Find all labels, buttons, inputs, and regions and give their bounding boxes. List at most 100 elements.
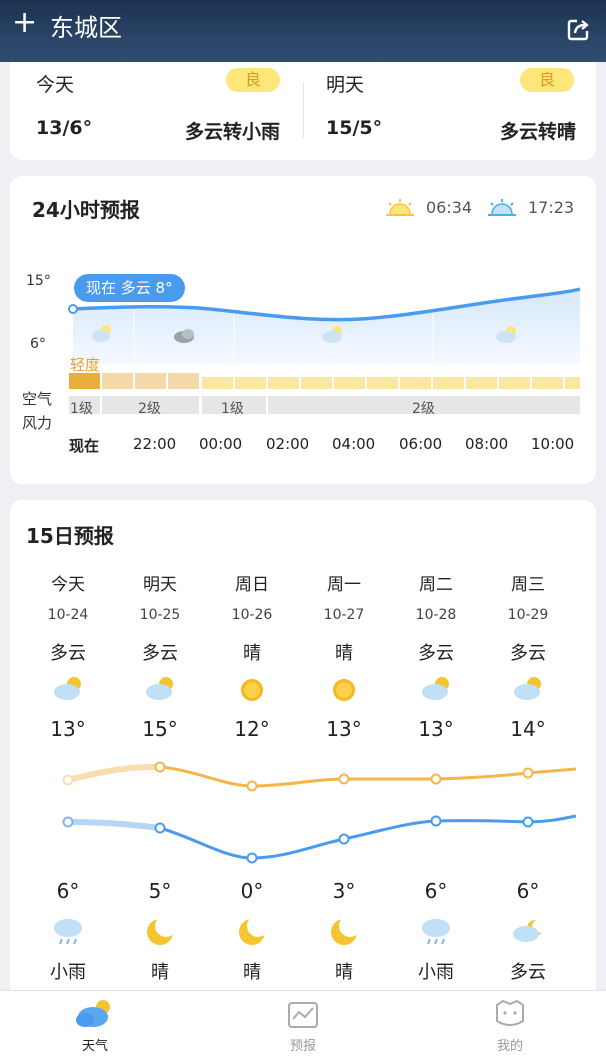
forecast-day[interactable]: 明天 10-25 多云 — [114, 570, 206, 665]
forecast-day[interactable]: 周二 10-28 多云 — [390, 570, 482, 665]
time-tick: 04:00 — [332, 435, 376, 453]
high-temp: 12° — [234, 717, 270, 741]
air-label: 空气 — [22, 390, 53, 408]
wind-level: 1级 — [70, 401, 93, 417]
low-temp: 6° — [424, 879, 448, 903]
day-date: 10-29 — [507, 607, 549, 623]
time-tick: 08:00 — [465, 435, 509, 453]
low-temp-point — [246, 852, 258, 864]
light-rain-icon — [54, 919, 82, 945]
top-bar: + 东城区 — [0, 0, 606, 62]
moon-icon — [239, 915, 269, 945]
daily-forecast-card: 15日预报 今天 10-24 多云 明天 10-25 多云 周日 10-26 晴… — [10, 500, 596, 1040]
time-tick: 现在 — [69, 437, 100, 455]
low-temp-line — [159, 814, 577, 860]
hourly-forecast-card: 24小时预报 06:34 17:23 15° 6° 现在 多云 8° 轻度 空气… — [10, 176, 596, 484]
high-temp-point — [338, 773, 350, 785]
time-tick: 06:00 — [399, 435, 443, 453]
low-temp-point — [522, 816, 534, 828]
nav-label: 我的 — [496, 1039, 523, 1054]
partly-cloudy-icon — [54, 677, 81, 700]
day-condition: 多云 — [50, 643, 86, 664]
weather-icon — [76, 1000, 110, 1027]
add-city-button[interactable]: + — [12, 8, 37, 38]
sun-icon — [241, 679, 263, 701]
nav-label: 天气 — [81, 1039, 108, 1054]
chart-icon — [288, 1002, 318, 1028]
time-tick: 10:00 — [531, 435, 575, 453]
today-tomorrow-card[interactable]: 今天 良 13/6° 多云转小雨 明天 良 15/5° 多云转晴 — [10, 62, 596, 160]
night-condition: 晴 — [243, 962, 261, 983]
day-date: 10-24 — [47, 607, 89, 623]
partly-cloudy-icon — [422, 677, 449, 700]
profile-icon — [496, 999, 524, 1026]
night-condition: 小雨 — [50, 962, 86, 983]
wind-level: 2级 — [138, 401, 161, 417]
light-rain-icon — [422, 919, 450, 945]
high-temp-point — [430, 773, 442, 785]
moon-icon — [147, 915, 177, 945]
today-label: 今天 — [36, 74, 75, 96]
day-week: 明天 — [143, 575, 177, 595]
high-temp: 13° — [50, 717, 86, 741]
low-temp: 3° — [332, 879, 356, 903]
low-temp: 6° — [516, 879, 540, 903]
high-temp: 14° — [510, 717, 546, 741]
low-temp-point — [338, 833, 350, 845]
high-temp-point — [522, 767, 534, 779]
day-week: 周二 — [419, 575, 453, 595]
low-temp: 5° — [148, 879, 172, 903]
now-bubble: 现在 多云 8° — [74, 274, 185, 302]
day-condition: 晴 — [335, 643, 353, 664]
low-temp: 6° — [56, 879, 80, 903]
tomorrow-label: 明天 — [326, 74, 365, 96]
divider — [303, 82, 304, 138]
high-temp-point — [154, 761, 166, 773]
partly-cloudy-icon — [514, 677, 541, 700]
high-temp: 15° — [142, 717, 178, 741]
day-condition: 多云 — [142, 643, 178, 664]
time-tick: 00:00 — [199, 435, 243, 453]
wind-label: 风力 — [22, 414, 53, 432]
day-date: 10-28 — [415, 607, 457, 623]
today-aqi-badge: 良 — [226, 68, 280, 92]
day-date: 10-25 — [139, 607, 181, 623]
low-temp: 0° — [240, 879, 264, 903]
high-temp-line-past — [65, 763, 163, 783]
air-quality-level: 轻度 — [70, 356, 101, 374]
nav-tab-forecast[interactable]: 预报 — [263, 995, 343, 1054]
day-condition: 晴 — [243, 643, 261, 664]
sun-icon — [333, 679, 355, 701]
high-temp-line — [159, 765, 577, 788]
night-condition: 晴 — [151, 962, 169, 983]
day-date: 10-27 — [323, 607, 365, 623]
forecast-day[interactable]: 周日 10-26 晴 — [206, 570, 298, 665]
low-temp-point — [62, 816, 74, 828]
city-name[interactable]: 东城区 — [50, 8, 122, 43]
hourly-now-point — [68, 304, 78, 314]
tomorrow-weather: 多云转晴 — [499, 121, 576, 143]
day-week: 今天 — [51, 575, 85, 595]
forecast-day[interactable]: 今天 10-24 多云 — [22, 570, 114, 665]
today-temp: 13/6° — [36, 117, 93, 139]
forecast-day[interactable]: 周三 10-29 多云 — [482, 570, 574, 665]
low-temp-point — [430, 815, 442, 827]
night-condition: 晴 — [335, 962, 353, 983]
high-temp: 13° — [326, 717, 362, 741]
low-temp-line-past — [65, 819, 163, 831]
low-temp-point — [154, 822, 166, 834]
nav-tab-profile[interactable]: 我的 — [470, 995, 550, 1054]
day-week: 周一 — [327, 575, 361, 595]
tomorrow-aqi-badge: 良 — [520, 68, 574, 92]
share-icon[interactable] — [566, 16, 592, 42]
nav-tab-weather[interactable]: 天气 — [55, 995, 135, 1054]
forecast-day[interactable]: 周一 10-27 晴 — [298, 570, 390, 665]
wind-level: 2级 — [412, 401, 435, 417]
wind-level: 1级 — [221, 401, 244, 417]
day-date: 10-26 — [231, 607, 273, 623]
high-temp: 13° — [418, 717, 454, 741]
time-tick: 02:00 — [266, 435, 310, 453]
tomorrow-temp: 15/5° — [326, 117, 383, 139]
day-condition: 多云 — [418, 643, 454, 664]
bottom-nav: 天气 预报 我的 — [0, 990, 606, 1056]
